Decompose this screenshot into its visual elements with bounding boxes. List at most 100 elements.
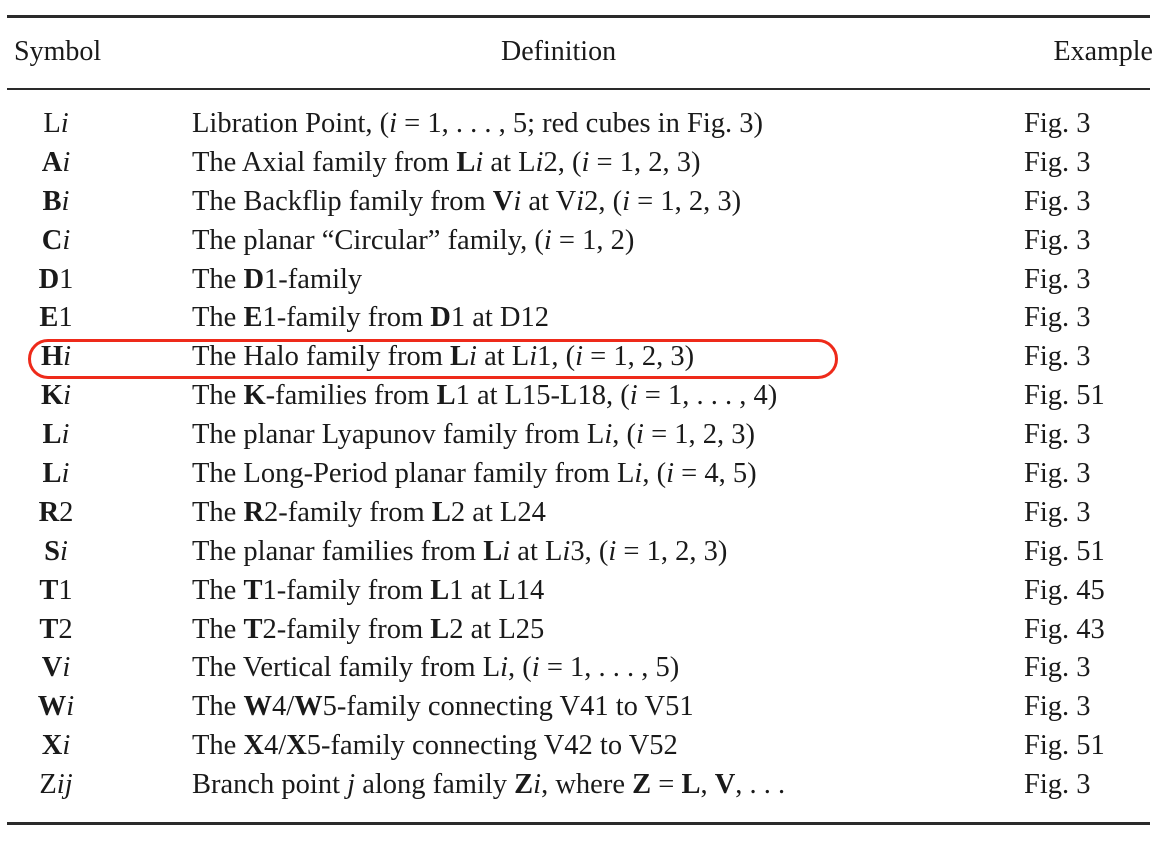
- text-segment: The: [192, 730, 244, 762]
- text-segment: H: [40, 341, 64, 373]
- text-segment: i: [500, 652, 509, 684]
- symbol-cell: Si: [1, 533, 111, 572]
- text-segment: i: [622, 185, 630, 217]
- text-segment: = 1, 2, 3): [589, 146, 701, 178]
- text-segment: The Axial family from: [192, 146, 457, 178]
- text-segment: i: [576, 185, 585, 217]
- text-segment: i: [62, 730, 71, 762]
- text-segment: L: [450, 341, 470, 373]
- text-segment: i: [529, 341, 538, 373]
- example-cell: Fig. 3: [1024, 652, 1091, 684]
- example-cell: Fig. 3: [1024, 224, 1091, 256]
- definition-cell: The D1-family: [192, 261, 362, 300]
- symbol-cell: D1: [1, 261, 111, 300]
- text-segment: R: [243, 496, 265, 528]
- text-segment: at L: [483, 146, 536, 178]
- text-segment: i: [531, 652, 540, 684]
- table-row: D1 The D1-family Fig. 3: [7, 261, 1150, 300]
- definition-cell: The Long-Period planar family from L i, (…: [192, 455, 757, 494]
- text-segment: L: [436, 380, 456, 412]
- table-row: Ki The K-families from L1 at L15-L18, (i …: [7, 377, 1150, 416]
- definition-cell: The E1-family from D1 at D12: [192, 299, 549, 338]
- text-segment: 2-family from: [262, 613, 431, 645]
- text-segment: 4/: [264, 730, 287, 762]
- text-segment: 2-family from: [264, 496, 432, 528]
- text-segment: B: [42, 185, 62, 217]
- text-segment: 2 at L24: [450, 496, 546, 528]
- definition-cell: The W4/W5-family connecting V41 to V51: [192, 688, 694, 727]
- text-segment: R: [38, 496, 60, 528]
- text-segment: E: [243, 302, 263, 334]
- text-segment: The: [192, 263, 244, 295]
- example-cell: Fig. 51: [1024, 380, 1105, 412]
- table-row: Ci The planar “Circular” family, (i = 1, …: [7, 222, 1150, 261]
- text-segment: i: [666, 458, 674, 490]
- text-segment: 1: [58, 574, 73, 606]
- text-segment: = 1, . . . , 5; red cubes in Fig. 3): [397, 108, 763, 139]
- header-example: Example: [1053, 36, 1153, 67]
- text-segment: -families from: [265, 380, 437, 412]
- text-segment: L: [456, 146, 476, 178]
- text-segment: L: [42, 458, 62, 490]
- symbol-cell: Vi: [1, 649, 111, 688]
- text-segment: = 1, 2, 3): [643, 419, 756, 451]
- example-cell: Fig. 51: [1024, 730, 1105, 762]
- definition-cell: Libration Point, (i = 1, . . . , 5; red …: [192, 105, 763, 144]
- text-segment: The planar families from: [192, 535, 484, 567]
- text-segment: S: [44, 535, 60, 567]
- table-row: Si The planar families from Li at Li3, (i…: [7, 533, 1150, 572]
- text-segment: T: [243, 613, 263, 645]
- text-segment: 1 at L14: [449, 574, 545, 606]
- table-row: Wi The W4/W5-family connecting V41 to V51…: [7, 688, 1150, 727]
- example-cell: Fig. 3: [1024, 458, 1091, 490]
- text-segment: 1-family: [264, 263, 363, 295]
- definition-cell: Branch point j along family Zi, where Z …: [192, 766, 785, 805]
- notation-table: Symbol Definition Example Li Libration Po…: [7, 15, 1153, 826]
- example-cell: Fig. 51: [1024, 535, 1105, 567]
- text-segment: The: [192, 380, 244, 412]
- definition-cell: The T1-family from L1 at L14: [192, 572, 544, 611]
- text-segment: 1-family from: [262, 574, 431, 606]
- text-segment: X: [41, 730, 63, 762]
- symbol-cell: Ki: [1, 377, 111, 416]
- text-segment: D: [243, 263, 265, 295]
- text-segment: L: [681, 769, 701, 801]
- text-segment: 1: [58, 302, 73, 334]
- text-segment: i: [389, 108, 398, 139]
- text-segment: Libration Point, (: [192, 108, 390, 139]
- table-row: Li The Long-Period planar family from L i,…: [7, 455, 1150, 494]
- text-segment: L: [430, 613, 450, 645]
- text-segment: i: [61, 458, 70, 490]
- symbol-cell: Wi: [1, 688, 111, 727]
- example-cell: Fig. 45: [1024, 574, 1105, 606]
- text-segment: along family: [355, 769, 515, 801]
- text-segment: 1-family from: [262, 302, 431, 334]
- table-row: Bi The Backflip family from Vi at Vi2, (i…: [7, 183, 1150, 222]
- text-segment: , where: [541, 769, 633, 801]
- definition-cell: The planar families from Li at Li3, (i =…: [192, 533, 727, 572]
- example-cell: Fig. 3: [1024, 302, 1091, 334]
- text-segment: i: [61, 419, 70, 451]
- text-segment: 1 at L15-L18, (: [455, 380, 630, 412]
- text-segment: L: [431, 496, 451, 528]
- text-segment: , . . .: [735, 769, 786, 801]
- text-segment: = 1, 2, 3): [616, 535, 728, 567]
- symbol-cell: Ci: [1, 222, 111, 261]
- text-segment: i: [62, 224, 71, 256]
- definition-cell: The Axial family from Li at Li2, (i = 1,…: [192, 144, 700, 183]
- example-cell: Fig. 3: [1024, 341, 1091, 373]
- text-segment: i: [533, 769, 542, 801]
- text-segment: = 1, 2): [551, 224, 635, 256]
- table-row: E 1 The E1-family from D1 at D12 Fig. 3: [7, 299, 1150, 338]
- text-segment: i: [543, 224, 552, 256]
- text-segment: i: [61, 185, 70, 217]
- text-segment: = 1, 2, 3): [630, 185, 742, 217]
- text-segment: i: [62, 652, 71, 684]
- symbol-cell: Li: [1, 105, 111, 144]
- definition-cell: The Backflip family from Vi at Vi2, (i =…: [192, 183, 741, 222]
- text-segment: 1: [59, 263, 74, 295]
- text-segment: The Backflip family from: [192, 185, 493, 217]
- example-cell: Fig. 3: [1024, 691, 1091, 723]
- text-segment: D: [430, 302, 451, 334]
- text-segment: at V: [521, 185, 577, 217]
